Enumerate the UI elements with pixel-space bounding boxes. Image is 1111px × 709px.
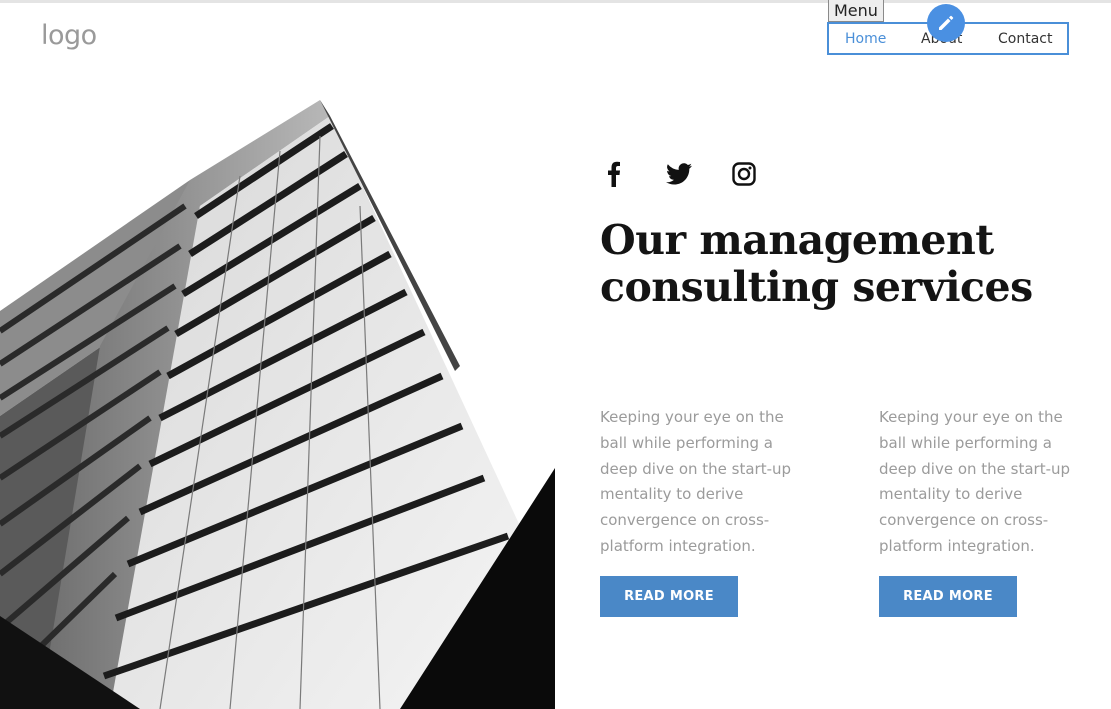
nav-item-contact[interactable]: Contact	[998, 31, 1052, 47]
twitter-icon	[666, 163, 692, 185]
edit-button[interactable]	[927, 4, 965, 42]
site-logo[interactable]: logo	[41, 18, 97, 54]
service-blurb-2: Keeping your eye on the ball while perfo…	[879, 408, 1071, 555]
menu-label: Menu	[828, 0, 884, 22]
facebook-icon	[608, 161, 620, 187]
building-photo	[0, 96, 555, 709]
instagram-link[interactable]	[730, 160, 758, 188]
service-blurb-1: Keeping your eye on the ball while perfo…	[600, 408, 792, 555]
read-more-button-1[interactable]: READ MORE	[600, 576, 738, 617]
facebook-link[interactable]	[602, 160, 626, 188]
pencil-icon	[939, 15, 954, 30]
page-headline: Our management consulting services	[600, 216, 1033, 311]
top-rule	[0, 0, 1111, 3]
read-more-button-2[interactable]: READ MORE	[879, 576, 1017, 617]
twitter-link[interactable]	[665, 160, 693, 188]
instagram-icon	[732, 162, 756, 186]
nav-item-home[interactable]: Home	[845, 31, 886, 47]
